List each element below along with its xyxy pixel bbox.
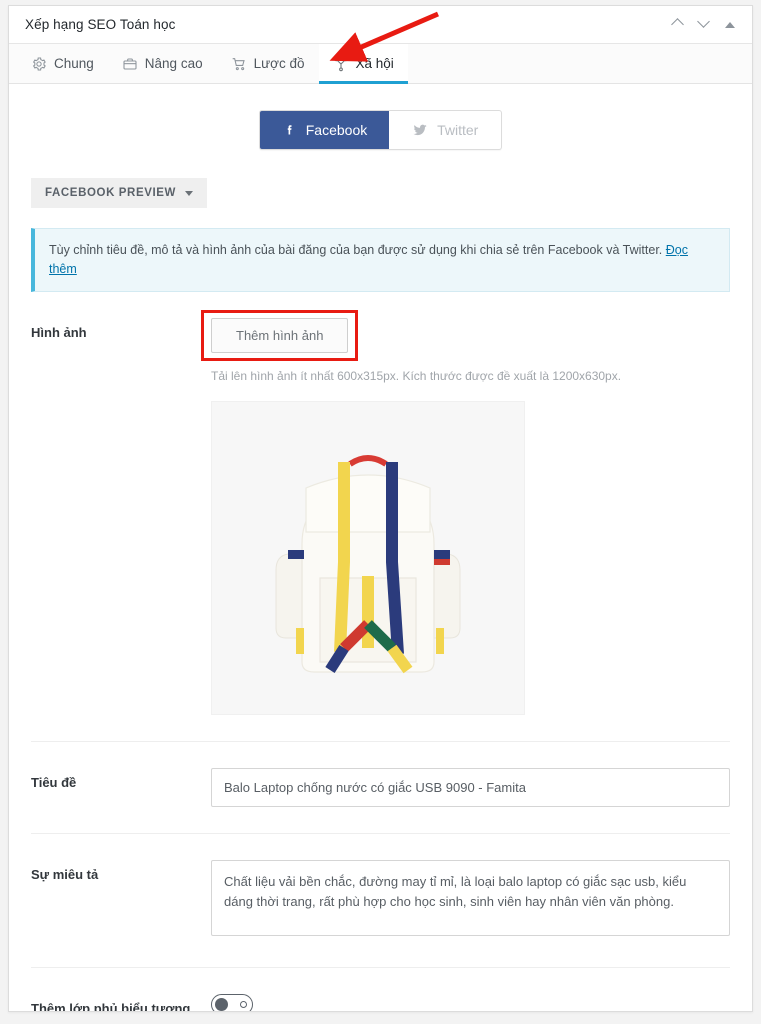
cart-icon [232,57,245,70]
description-field-control: Chất liệu vải bền chắc, đường may tỉ mỉ,… [211,859,730,941]
overlay-field-control [211,993,730,1011]
preview-dropdown-wrap: FACEBOOK PREVIEW [31,178,730,208]
image-field-control: Thêm hình ảnh Tải lên hình ảnh ít nhất 6… [201,309,730,715]
field-row-overlay: Thêm lớp phủ biểu tượng vào hình thu nhỏ [31,968,730,1012]
network-label: Twitter [437,122,479,138]
field-row-title: Tiêu đề [31,742,730,807]
share-icon [333,56,348,71]
facebook-icon [282,123,297,138]
panel-content: Facebook Twitter FACEBOOK PREVIEW Tùy ch… [9,110,752,1012]
description-textarea[interactable]: Chất liệu vải bền chắc, đường may tỉ mỉ,… [211,859,730,936]
toggle-ring [240,1000,247,1008]
tab-chung[interactable]: Chung [17,44,108,83]
chevron-up-icon [673,19,684,30]
network-tab-facebook[interactable]: Facebook [259,111,390,149]
tab-label: Nâng cao [144,56,203,71]
info-notice: Tùy chỉnh tiêu đề, mô tả và hình ảnh của… [31,228,730,292]
preview-label: FACEBOOK PREVIEW [45,187,177,199]
page-title: Xếp hạng SEO Toán học [25,17,176,32]
title-input[interactable] [211,767,730,807]
chevron-down-icon [185,190,194,196]
tab-label: Chung [54,56,94,71]
field-row-image: Hình ảnh Thêm hình ảnh Tải lên hình ảnh … [31,292,730,715]
move-up-button[interactable] [666,12,690,38]
panel-controls [666,6,742,43]
network-label: Facebook [305,122,368,138]
screen: Xếp hạng SEO Toán học Chung Nâng cao Lượ… [0,0,761,1024]
backpack-image [275,454,461,673]
image-preview-thumbnail[interactable] [211,400,525,715]
add-image-button[interactable]: Thêm hình ảnh [211,317,349,353]
toggle-panel-button[interactable] [718,12,742,38]
move-down-button[interactable] [692,12,716,38]
network-tab-twitter[interactable]: Twitter [389,111,501,149]
tab-nang-cao[interactable]: Nâng cao [108,44,217,83]
image-hint-text: Tải lên hình ảnh ít nhất 600x315px. Kích… [211,368,622,383]
network-toggle-group: Facebook Twitter [258,110,503,150]
gear-icon [32,56,46,71]
seo-metabox-panel: Xếp hạng SEO Toán học Chung Nâng cao Lượ… [8,5,753,1012]
chevron-down-icon [699,19,710,30]
toggle-knob [215,997,228,1011]
field-row-description: Sự miêu tả Chất liệu vải bền chắc, đường… [31,834,730,941]
notice-text: Tùy chỉnh tiêu đề, mô tả và hình ảnh của… [49,243,663,257]
briefcase-icon [123,57,137,70]
twitter-icon [412,122,428,138]
triangle-up-icon [725,21,735,28]
title-field-control [211,767,730,807]
network-switch: Facebook Twitter [31,110,730,150]
tab-xa-hoi[interactable]: Xã hội [318,44,409,84]
title-field-label: Tiêu đề [31,774,77,790]
facebook-preview-dropdown[interactable]: FACEBOOK PREVIEW [31,178,208,208]
tab-bar: Chung Nâng cao Lược đồ Xã hội [9,44,752,84]
add-image-wrap: Thêm hình ảnh [201,309,359,361]
overlay-field-label: Thêm lớp phủ biểu tượng vào hình thu nhỏ [31,994,211,1012]
tab-luoc-do[interactable]: Lược đồ [217,44,319,83]
image-field-label: Hình ảnh [31,324,87,340]
panel-titlebar: Xếp hạng SEO Toán học [9,6,752,44]
description-field-label: Sự miêu tả [31,866,99,882]
overlay-toggle-switch[interactable] [211,993,253,1011]
tab-label: Xã hội [355,56,394,71]
tab-label: Lược đồ [253,56,305,71]
overlay-label-line1: Thêm lớp phủ biểu tượng [31,1000,191,1012]
